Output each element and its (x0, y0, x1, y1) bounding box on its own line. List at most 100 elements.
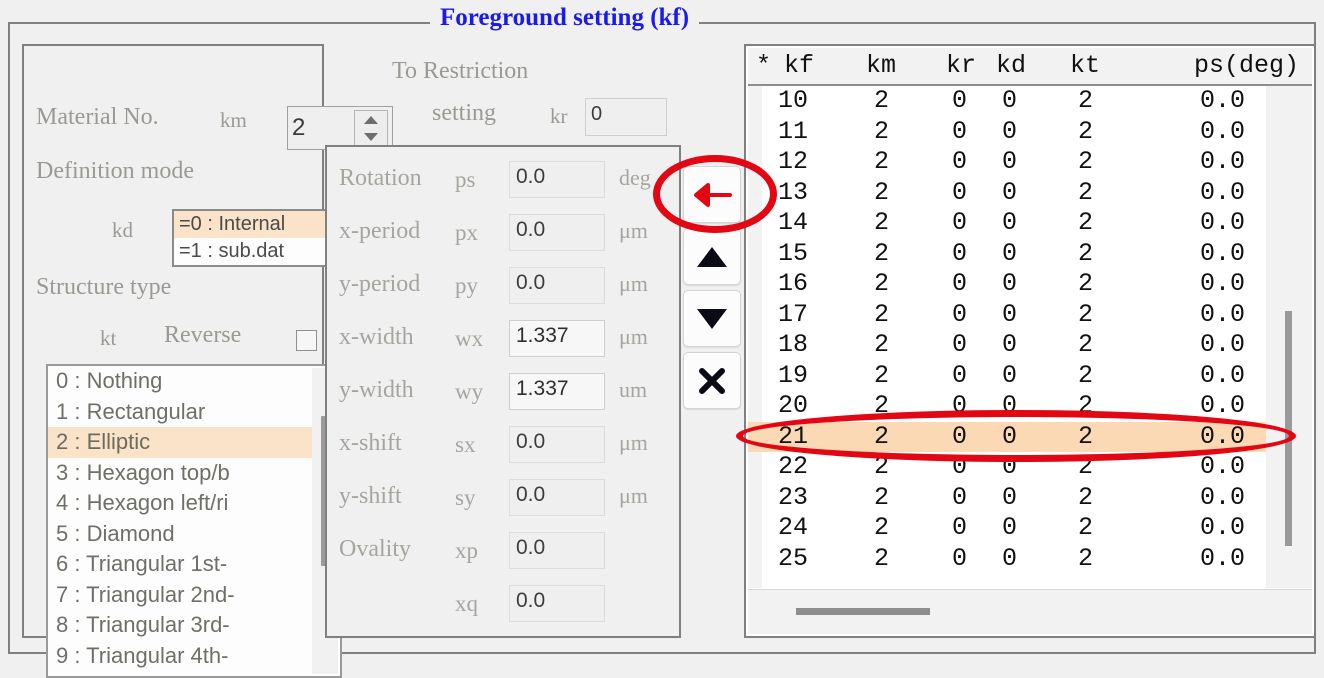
table-cell-km: 2 (874, 177, 890, 207)
structure-item-8[interactable]: 8 : Triangular 3rd- (48, 610, 340, 641)
param-var-py: py (455, 273, 478, 298)
table-row[interactable]: 21 2 0 0 2 0.0 (748, 421, 1312, 452)
table-row[interactable]: 23 2 0 0 2 0.0 (748, 483, 1312, 514)
table-row[interactable]: 17 2 0 0 2 0.0 (748, 300, 1312, 331)
table-cell-kt: 2 (1078, 86, 1094, 115)
param-input-wx[interactable]: 1.337 (509, 320, 605, 357)
table-cell-kd: 0 (1002, 299, 1018, 329)
triangle-down-icon (364, 132, 378, 141)
table-cell-ps: 0.0 (1200, 208, 1246, 237)
material-no-value[interactable]: 2 (292, 110, 354, 146)
spinner-up-button[interactable] (355, 111, 387, 128)
table-row[interactable]: 25 2 0 0 2 0.0 (748, 544, 1312, 575)
table-horizontal-scrollbar[interactable] (748, 589, 1312, 634)
table-cell-kr: 0 (952, 330, 968, 359)
to-restriction-label-line2: setting (432, 100, 496, 126)
table-row[interactable]: 15 2 0 0 2 0.0 (748, 239, 1312, 270)
material-no-spin-buttons[interactable] (354, 110, 388, 146)
apply-to-table-button[interactable] (683, 166, 741, 223)
restriction-kr-input[interactable]: 0 (585, 98, 667, 136)
reverse-label: Reverse (164, 322, 242, 348)
table-row[interactable]: 19 2 0 0 2 0.0 (748, 361, 1312, 392)
structure-item-6[interactable]: 6 : Triangular 1st- (48, 549, 340, 580)
table-row[interactable]: 14 2 0 0 2 0.0 (748, 208, 1312, 239)
table-row[interactable]: 24 2 0 0 2 0.0 (748, 513, 1312, 544)
param-input-py[interactable]: 0.0 (509, 267, 605, 304)
table-header-kt: kt (1070, 51, 1101, 80)
structure-item-2[interactable]: 2 : Elliptic (48, 427, 340, 458)
material-no-label: Material No. (36, 104, 159, 130)
table-cell-km: 2 (874, 147, 890, 176)
param-label-y-width: y-width (339, 377, 414, 403)
table-cell-kf: 10 (778, 86, 809, 115)
table-vertical-scrollbar[interactable] (1266, 86, 1312, 588)
table-cell-km: 2 (874, 208, 890, 237)
definition-mode-list[interactable]: =0 : Internal =1 : sub.dat (172, 209, 332, 267)
param-row-sx: x-shift sx 0.0 μm (327, 426, 679, 477)
structure-item-4[interactable]: 4 : Hexagon left/ri (48, 488, 340, 519)
param-input-xq[interactable]: 0.0 (509, 585, 605, 622)
param-row-wx: x-width wx 1.337 μm (327, 320, 679, 371)
param-unit-px: μm (619, 218, 648, 243)
triangle-up-icon (364, 115, 378, 124)
table-cell-kd: 0 (1002, 147, 1018, 176)
table-row[interactable]: 13 2 0 0 2 0.0 (748, 178, 1312, 209)
table-row[interactable]: 16 2 0 0 2 0.0 (748, 269, 1312, 300)
param-var-sy: sy (455, 485, 476, 510)
param-input-px[interactable]: 0.0 (509, 214, 605, 251)
structure-item-5[interactable]: 5 : Diamond (48, 519, 340, 550)
param-row-px: x-period px 0.0 μm (327, 214, 679, 265)
spinner-down-button[interactable] (355, 128, 387, 145)
param-input-sx[interactable]: 0.0 (509, 426, 605, 463)
table-row[interactable]: 11 2 0 0 2 0.0 (748, 117, 1312, 148)
table-cell-km: 2 (874, 391, 890, 420)
structure-item-1[interactable]: 1 : Rectangular (48, 397, 340, 428)
move-down-button[interactable] (683, 290, 741, 347)
reverse-checkbox[interactable] (296, 330, 317, 351)
move-up-button[interactable] (683, 228, 741, 285)
table-cell-km: 2 (874, 238, 890, 268)
table-cell-kd: 0 (1002, 238, 1018, 268)
structure-item-9[interactable]: 9 : Triangular 4th- (48, 641, 340, 672)
table-cell-km: 2 (874, 452, 890, 481)
param-row-wy: y-width wy 1.337 um (327, 373, 679, 424)
table-vertical-scrollbar-thumb[interactable] (1285, 311, 1292, 546)
material-no-stepper[interactable]: 2 (287, 106, 393, 150)
delete-row-button[interactable] (683, 352, 741, 409)
param-input-wy[interactable]: 1.337 (509, 373, 605, 410)
param-unit-sx: μm (619, 430, 648, 455)
definition-mode-option-0[interactable]: =0 : Internal (174, 211, 330, 238)
table-header-km: km (866, 51, 897, 80)
param-unit-py: μm (619, 271, 648, 296)
param-input-ps[interactable]: 0.0 (509, 161, 605, 198)
param-input-xp[interactable]: 0.0 (509, 532, 605, 569)
structure-item-0[interactable]: 0 : Nothing (48, 366, 340, 397)
table-cell-kr: 0 (952, 452, 968, 481)
structure-item-3[interactable]: 3 : Hexagon top/b (48, 458, 340, 489)
table-cell-kf: 14 (778, 208, 809, 237)
param-unit-wx: μm (619, 324, 648, 349)
table-row[interactable]: 12 2 0 0 2 0.0 (748, 147, 1312, 178)
table-horizontal-scrollbar-thumb[interactable] (796, 608, 930, 615)
param-input-sy[interactable]: 0.0 (509, 479, 605, 516)
table-cell-km: 2 (874, 269, 890, 298)
definition-mode-option-1[interactable]: =1 : sub.dat (174, 238, 330, 265)
geometry-parameters-panel: Rotation ps 0.0 deg x-period px 0.0 μm y… (325, 145, 681, 638)
table-cell-km: 2 (874, 330, 890, 359)
table-row[interactable]: 10 2 0 0 2 0.0 (748, 86, 1312, 117)
table-body[interactable]: 10 2 0 0 2 0.0 11 2 0 0 2 0.0 12 2 0 0 2 0.0 13 2 0 0 2 0.0 14 2 0… (748, 86, 1312, 588)
table-cell-kr: 0 (952, 299, 968, 329)
close-x-icon (699, 367, 725, 394)
table-row[interactable]: 22 2 0 0 2 0.0 (748, 452, 1312, 483)
structure-type-listbox[interactable]: 0 : Nothing 1 : Rectangular 2 : Elliptic… (46, 364, 342, 678)
param-label-x-width: x-width (339, 324, 414, 350)
table-row[interactable]: 18 2 0 0 2 0.0 (748, 330, 1312, 361)
table-cell-kr: 0 (952, 238, 968, 268)
table-cell-kr: 0 (952, 391, 968, 420)
table-cell-kt: 2 (1078, 299, 1094, 329)
table-header-mark: * (756, 51, 772, 80)
structure-item-7[interactable]: 7 : Triangular 2nd- (48, 580, 340, 611)
definition-mode-var-label: kd (112, 218, 133, 242)
table-cell-kr: 0 (952, 208, 968, 237)
table-row[interactable]: 20 2 0 0 2 0.0 (748, 391, 1312, 422)
